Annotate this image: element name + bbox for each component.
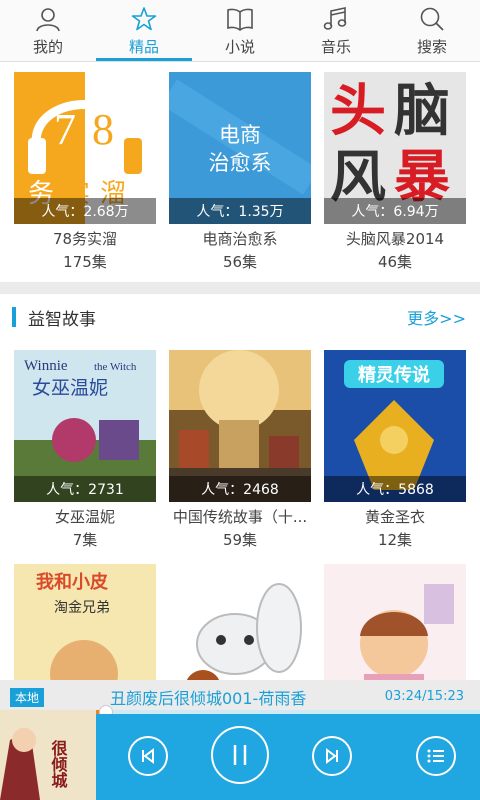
svg-text:7: 7 (54, 105, 76, 154)
svg-text:精灵传说: 精灵传说 (358, 364, 430, 386)
album-card[interactable]: Winnie the Witch 女巫温妮 人气：2731 女巫温妮 7集 (14, 350, 156, 550)
album-card[interactable] (169, 564, 311, 680)
album-title: 中国传统故事（十... (172, 508, 308, 526)
popularity-label: 人气：1.35万 (169, 198, 311, 224)
cover-art-squirrel (169, 564, 311, 680)
recommend-row: 7 8 务 实 溜 人气：2.68万 78务实溜 175集 电商 治愈系 人气：… (0, 72, 480, 272)
tab-featured[interactable]: 精品 (96, 0, 192, 61)
popularity-label: 人气：2731 (14, 476, 156, 502)
popularity-label: 人气：2.68万 (14, 198, 156, 224)
episode-count: 12集 (377, 531, 413, 549)
star-icon (131, 7, 157, 31)
album-card[interactable] (324, 564, 466, 680)
search-icon (420, 7, 444, 31)
cover-art-now-playing: 很倾城 (0, 710, 96, 800)
next-icon (326, 748, 338, 764)
album-title: 电商治愈系 (202, 230, 278, 248)
album-card[interactable]: 精灵传说 人气：5868 黄金圣衣 12集 (324, 350, 466, 550)
album-cover[interactable] (169, 564, 311, 680)
local-badge: 本地 (10, 688, 45, 707)
album-card[interactable]: 电商 治愈系 人气：1.35万 电商治愈系 56集 (169, 72, 311, 272)
section-title: 益智故事 (28, 309, 96, 330)
pause-icon (233, 745, 247, 765)
section-accent-bar (12, 307, 16, 327)
album-title: 黄金圣衣 (364, 508, 425, 526)
popularity-label: 人气：6.94万 (324, 198, 466, 224)
tab-music[interactable]: 音乐 (288, 0, 384, 61)
album-title: 78务实溜 (52, 230, 118, 248)
album-title: 头脑风暴2014 (345, 230, 445, 248)
content-area: 7 8 务 实 溜 人气：2.68万 78务实溜 175集 电商 治愈系 人气：… (0, 62, 480, 680)
tab-label: 我的 (32, 38, 63, 56)
svg-text:脑: 脑 (394, 79, 450, 144)
album-card[interactable]: 我和小皮 淘金兄弟 (14, 564, 156, 680)
svg-text:the Witch: the Witch (94, 361, 137, 373)
tab-search[interactable]: 搜索 (384, 0, 480, 61)
more-link[interactable]: 更多>> (407, 305, 466, 329)
now-playing-cover[interactable]: 很倾城 (0, 710, 96, 800)
section-title-wrap: 益智故事 (12, 305, 96, 330)
svg-text:女巫温妮: 女巫温妮 (32, 377, 108, 399)
svg-text:我和小皮: 我和小皮 (36, 571, 108, 593)
section-header: 益智故事 更多>> (0, 294, 480, 340)
cover-art-girl (324, 564, 466, 680)
svg-text:头: 头 (330, 79, 386, 144)
album-row: Winnie the Witch 女巫温妮 人气：2731 女巫温妮 7集 人气… (0, 350, 480, 550)
album-cover[interactable]: 电商 治愈系 人气：1.35万 (169, 72, 311, 224)
popularity-label: 人气：5868 (324, 476, 466, 502)
previous-button[interactable] (128, 736, 168, 776)
tab-label: 精品 (128, 38, 159, 56)
play-time: 03:24/15:23 (384, 689, 464, 704)
svg-text:很倾城: 很倾城 (49, 739, 69, 789)
album-card[interactable]: 头 脑 风 暴 人气：6.94万 头脑风暴2014 46集 (324, 72, 466, 272)
episode-count: 46集 (377, 253, 413, 271)
svg-text:治愈系: 治愈系 (209, 151, 272, 175)
album-cover[interactable]: 7 8 务 实 溜 人气：2.68万 (14, 72, 156, 224)
episode-count: 7集 (72, 531, 98, 549)
popularity-label: 人气：2468 (169, 476, 311, 502)
mini-player: 本地 丑颜废后很倾城001-荷雨香 03:24/15:23 很倾城 (0, 680, 480, 800)
next-button[interactable] (312, 736, 352, 776)
section-divider (0, 282, 480, 294)
album-cover[interactable] (324, 564, 466, 680)
episode-count: 56集 (222, 253, 258, 271)
music-note-icon (323, 7, 347, 30)
album-title: 女巫温妮 (54, 508, 115, 526)
previous-icon (142, 748, 154, 764)
album-cover[interactable]: Winnie the Witch 女巫温妮 人气：2731 (14, 350, 156, 502)
tab-label: 搜索 (416, 38, 447, 56)
list-icon (427, 749, 444, 763)
tab-mine[interactable]: 我的 (0, 0, 96, 61)
episode-count: 59集 (222, 531, 258, 549)
svg-text:Winnie: Winnie (24, 358, 68, 374)
album-cover[interactable]: 我和小皮 淘金兄弟 (14, 564, 156, 680)
top-nav: 我的 精品 小说 音乐 搜索 (0, 0, 480, 62)
tab-novel[interactable]: 小说 (192, 0, 288, 61)
pause-button[interactable] (211, 726, 269, 784)
cover-art-boy: 我和小皮 淘金兄弟 (14, 564, 156, 680)
player-info-bar[interactable]: 本地 丑颜废后很倾城001-荷雨香 03:24/15:23 (0, 680, 480, 710)
playlist-button[interactable] (416, 736, 456, 776)
book-icon (227, 8, 253, 31)
svg-text:8: 8 (92, 105, 114, 154)
album-cover[interactable]: 精灵传说 人气：5868 (324, 350, 466, 502)
tab-label: 音乐 (320, 38, 351, 56)
album-row: 我和小皮 淘金兄弟 (0, 564, 480, 680)
album-cover[interactable]: 人气：2468 (169, 350, 311, 502)
episode-count: 175集 (63, 253, 107, 271)
svg-text:电商: 电商 (219, 123, 261, 147)
track-title: 丑颜废后很倾城001-荷雨香 (110, 689, 307, 708)
svg-text:淘金兄弟: 淘金兄弟 (54, 600, 110, 616)
album-card[interactable]: 人气：2468 中国传统故事（十... 59集 (169, 350, 311, 550)
album-card[interactable]: 7 8 务 实 溜 人气：2.68万 78务实溜 175集 (14, 72, 156, 272)
tab-label: 小说 (224, 38, 255, 56)
person-icon (36, 8, 60, 32)
album-cover[interactable]: 头 脑 风 暴 人气：6.94万 (324, 72, 466, 224)
